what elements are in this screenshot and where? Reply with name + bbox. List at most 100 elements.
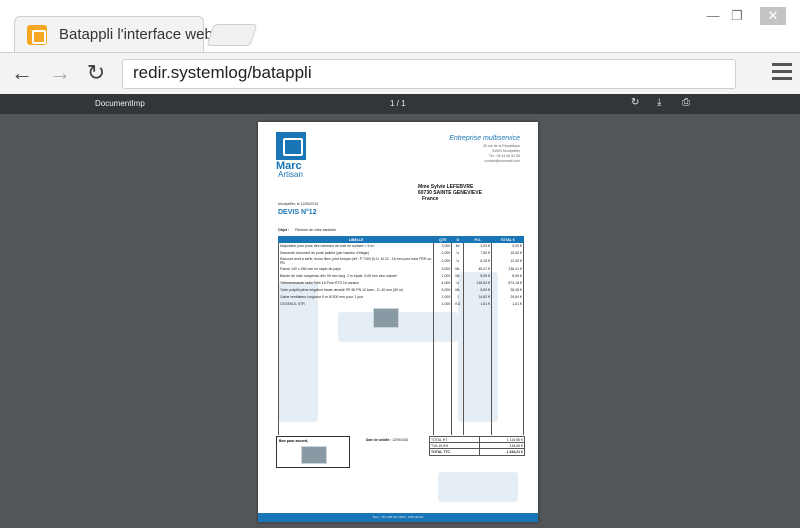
cell-pu: 45,47 €: [463, 265, 493, 273]
date-line: Montpellier, le 12/08/2015: [278, 202, 319, 206]
table-row: CEGESOL STR 1,000 KG 1,61 €1,61 €: [277, 300, 524, 308]
cell-pu: 7,50 €: [463, 249, 493, 257]
cell-total: 9,00 €: [491, 242, 524, 250]
cell-qty: 5,000: [433, 286, 453, 294]
rotate-icon[interactable]: ↻: [631, 97, 639, 108]
bon-pour-accord-label: Bon pour accord,: [279, 439, 308, 443]
table-row: Majoration pour pose des carreaux de sol…: [277, 242, 524, 250]
download-icon[interactable]: ⤓: [657, 97, 661, 108]
cell-unit: M²: [451, 242, 465, 250]
cell-total: 8,99 €: [491, 272, 524, 280]
cell-qty: 1,000: [433, 272, 453, 280]
browser-tab[interactable]: Batappli l'interface web: [14, 16, 213, 52]
signature-box: Bon pour accord,: [276, 436, 350, 468]
company-address-line: 34000 Montpellier: [492, 149, 520, 153]
cell-unit: U: [451, 279, 465, 287]
cell-label: Panne 140 x 280 mm en sapin de pays: [277, 265, 435, 273]
cell-pu: 1,61 €: [463, 300, 493, 308]
company-address-line: Tél : 06 44 66 64 55: [488, 154, 520, 158]
tab-title: Batappli l'interface web: [59, 26, 213, 43]
browser-toolbar: ← → ↻ redir.systemlog/batappli: [0, 52, 800, 94]
total-row: TOTAL TTC 1 334,21 €: [428, 448, 525, 456]
cell-total: 12,30 €: [491, 256, 524, 266]
cell-total: 1,61 €: [491, 300, 524, 308]
cell-label: CEGESOL STR: [277, 300, 435, 308]
cell-qty: 2,000: [433, 249, 453, 257]
cell-pu: 14,82 €: [463, 293, 493, 301]
objet-line: Objet : Peinture de votre sanitaire: [278, 228, 336, 232]
cell-unit: U: [451, 256, 465, 266]
validity-date: Date de validité : 12/09/2015: [366, 438, 408, 442]
company-address-line: 28 rue de la République: [482, 144, 520, 148]
cell-qty: 1,000: [433, 300, 453, 308]
total-value: 1 334,21 €: [479, 448, 525, 456]
cell-label: Gaine ventilateur longueur 5 m Ø 300 mm …: [277, 293, 435, 301]
company-name: Entreprise multiservice: [449, 135, 520, 142]
cell-unit: J: [451, 293, 465, 301]
photo-row: [277, 307, 524, 330]
cell-pu: 3,00 €: [463, 242, 493, 250]
cell-label: Télécommande radio Telis 16 Pure RTS 16 …: [277, 279, 435, 287]
pdf-toolbar: DocumentImp 1 / 1 ↻ ⤓ ⎙: [0, 94, 800, 114]
client-line: France: [422, 196, 439, 202]
cell-unit: ML: [451, 272, 465, 280]
cell-unit: U: [451, 249, 465, 257]
document-footer: Siret : 451 228 521 0000 - APE 0012A: [258, 513, 538, 522]
cell-qty: 2,000: [433, 293, 453, 301]
cell-total: 136,41 €: [491, 265, 524, 273]
company-logo-icon: [276, 132, 306, 160]
cell-qty: 3,000: [433, 242, 453, 250]
cell-total: 874,16 €: [491, 279, 524, 287]
totals-table: TOTAL HT 1 115,56 € TVA 19,6% 218,65 € TOT…: [428, 436, 525, 456]
signature-photo: [301, 446, 327, 464]
tab-bar: Batappli l'interface web — ❐ ✕: [0, 0, 800, 52]
cell-total: 28,45 €: [491, 286, 524, 294]
table-row: Raccord droit à sertir, écrou libre, joi…: [277, 256, 524, 266]
table-row: Panne 140 x 280 mm en sapin de pays 3,000…: [277, 265, 524, 273]
table-row: Bande de solin suspendu dév 90 mm long. …: [277, 272, 524, 280]
cell-label: Raccord droit à sertir, écrou libre, joi…: [277, 256, 435, 266]
maximize-icon[interactable]: ❐: [728, 8, 746, 24]
app-favicon-icon: [27, 25, 47, 45]
back-arrow-icon[interactable]: ←: [8, 60, 36, 86]
address-bar[interactable]: redir.systemlog/batappli: [122, 59, 736, 89]
minimize-icon[interactable]: —: [704, 8, 722, 23]
objet-value: Peinture de votre sanitaire: [295, 228, 336, 232]
table-row: Télécommande radio Telis 16 Pure RTS 16 …: [277, 279, 524, 287]
cell-qty: 4,000: [433, 279, 453, 287]
validity-value: 12/09/2015: [392, 438, 409, 442]
cell-label: Bande de solin suspendu dév 90 mm long. …: [277, 272, 435, 280]
cell-label: Majoration pour pose des carreaux de sol…: [277, 242, 435, 250]
watermark-shape: [438, 472, 518, 502]
cell-total: 29,64 €: [491, 293, 524, 301]
table-row: Gaine ventilateur longueur 5 m Ø 300 mm …: [277, 293, 524, 301]
brand-line2: Artisan: [278, 170, 303, 179]
cell-qty: 3,000: [433, 265, 453, 273]
new-tab-button[interactable]: [206, 24, 258, 46]
cell-pu: 218,54 €: [463, 279, 493, 287]
document-name: DocumentImp: [95, 99, 145, 108]
devis-title: DEVIS N°12: [278, 209, 317, 216]
browser-menu-icon[interactable]: [772, 63, 792, 84]
table-filler-row: [277, 329, 524, 435]
cell-pu: 6,15 €: [463, 256, 493, 266]
cell-label: Tube polyéthylène irrigation haute densi…: [277, 286, 435, 294]
product-photo: [372, 308, 399, 328]
print-icon[interactable]: ⎙: [682, 97, 690, 108]
forward-arrow-icon[interactable]: →: [46, 60, 74, 86]
cell-label: Descente d'ouvrant de porte palière (par…: [277, 249, 435, 257]
company-address-line: contact@monmail.com: [484, 159, 520, 163]
document-page: Marc Artisan Entreprise multiservice 28 …: [258, 122, 538, 522]
close-window-icon[interactable]: ✕: [760, 7, 786, 25]
reload-icon[interactable]: ↻: [82, 60, 110, 86]
total-label: TOTAL TTC: [428, 448, 481, 456]
table-row: Descente d'ouvrant de porte palière (par…: [277, 249, 524, 257]
cell-qty: 2,000: [433, 256, 453, 266]
cell-pu: 5,69 €: [463, 286, 493, 294]
table-row: Tube polyéthylène irrigation haute densi…: [277, 286, 524, 294]
quote-table: LIBELLE QTE U P.U. TOTAL € Majoration po…: [277, 236, 524, 435]
page-indicator: 1 / 1: [390, 99, 406, 108]
validity-label: Date de validité :: [366, 438, 392, 442]
cell-total: 15,00 €: [491, 249, 524, 257]
cell-unit: ML: [451, 265, 465, 273]
